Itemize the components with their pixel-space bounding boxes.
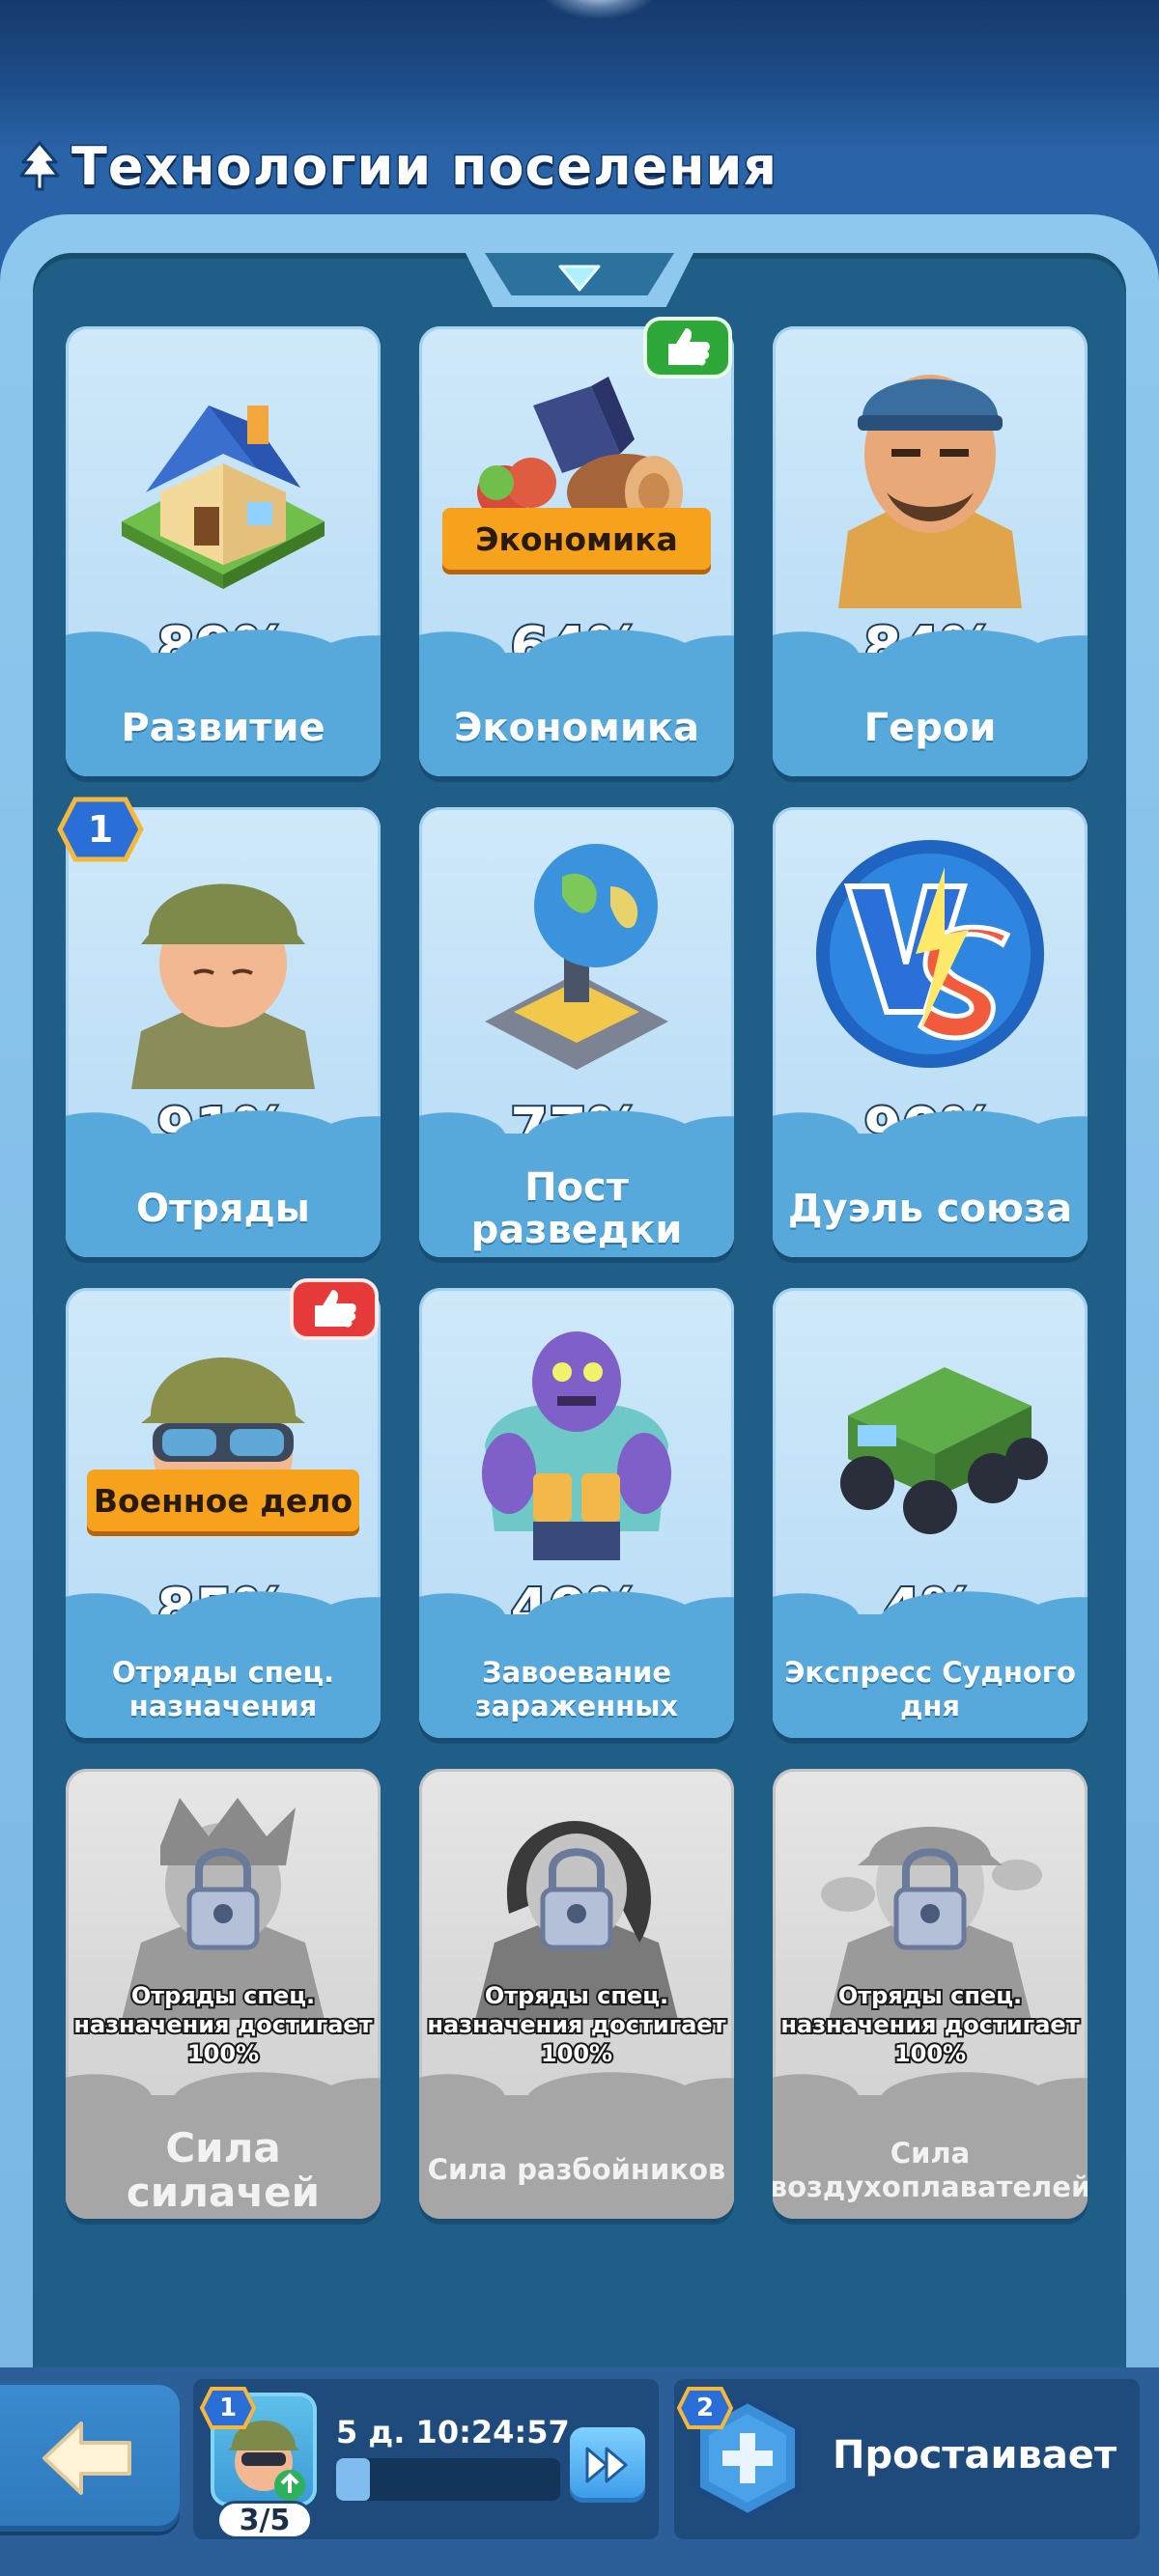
notification-badge: 1 (56, 794, 145, 865)
top-light-glow (541, 0, 657, 19)
tech-card-economy[interactable]: Экономика 64% Экономика (419, 326, 734, 776)
unlock-requirement: Отряды спец. назначения достигает 100% (778, 1980, 1081, 2069)
tree-icon (19, 141, 60, 191)
tech-card-bandits-locked[interactable]: Отряды спец. назначения достигает 100% С… (419, 1769, 734, 2219)
tech-name: Сила разбойников (427, 2153, 726, 2187)
tech-name: Сила силачей (126, 2123, 321, 2216)
tech-card-heroes[interactable]: 84% Герои (773, 326, 1088, 776)
thumbs-up-icon (643, 317, 732, 378)
tech-card-infected[interactable]: 40% Завоевание зараженных (419, 1288, 734, 1738)
badge-number: 1 (218, 2394, 238, 2422)
armored-truck-icon (840, 1367, 1048, 1534)
house-icon (122, 406, 325, 589)
title-bar: Технологии поселения (17, 127, 778, 205)
tech-card-alliance-duel[interactable]: 90% Дуэль союза (773, 807, 1088, 1257)
vs-icon (816, 840, 1044, 1068)
tech-card-strongmen-locked[interactable]: Отряды спец. назначения достигает 100% С… (66, 1769, 381, 2219)
help-badge: 2 (676, 2385, 734, 2431)
radar-globe-icon (485, 844, 668, 1070)
tech-card-development[interactable]: 89% Развитие (66, 326, 381, 776)
tech-name: Экспресс Судного дня (784, 1655, 1076, 1722)
tech-card-aeronauts-locked[interactable]: Отряды спец. назначения достигает 100% С… (773, 1769, 1088, 2219)
collapse-arrow-icon[interactable] (556, 261, 603, 294)
category-ribbon: Экономика (442, 508, 711, 570)
queue-progress-bar (336, 2458, 560, 2501)
unlock-requirement: Отряды спец. назначения достигает 100% (71, 1980, 374, 2069)
tech-name: Развитие (121, 706, 325, 750)
category-ribbon: Военное дело (87, 1470, 359, 1531)
soldier-icon (131, 883, 315, 1089)
ribbon-label: Военное дело (93, 1481, 353, 1520)
speed-up-button[interactable] (570, 2427, 645, 2503)
tech-card-doomsday[interactable]: 4% Экспресс Судного дня (773, 1288, 1088, 1738)
badge-number: 1 (87, 808, 114, 851)
tech-name: Экономика (454, 706, 699, 750)
thumbs-up-icon (290, 1278, 379, 1340)
tech-card-squads[interactable]: 91% Отряды (66, 807, 381, 1257)
badge-number: 2 (695, 2394, 715, 2422)
tech-card-special-forces[interactable]: Военное дело 85% Отряды спец. назначения (66, 1288, 381, 1738)
tech-card-recon[interactable]: 77% Пост разведки (419, 807, 734, 1257)
unlock-requirement: Отряды спец. назначения достигает 100% (425, 1980, 727, 2069)
page-title: Технологии поселения (70, 134, 778, 198)
tech-name: Дуэль союза (787, 1187, 1073, 1231)
queue-badge: 1 (199, 2385, 257, 2431)
hero-portrait-icon (838, 375, 1022, 608)
tech-name: Завоевание зараженных (474, 1655, 679, 1722)
help-status-label: Простаивает (833, 2433, 1117, 2478)
tech-name: Отряды спец. назначения (112, 1655, 334, 1722)
back-button[interactable] (0, 2385, 180, 2532)
back-arrow-icon (42, 2422, 131, 2495)
fast-forward-icon (585, 2447, 628, 2483)
zombie-icon (482, 1331, 671, 1560)
queue-timer: 5 д. 10:24:57 (336, 2414, 570, 2450)
queue-progress-fill (336, 2458, 370, 2501)
ribbon-label: Экономика (475, 519, 678, 558)
tech-name: Сила воздухоплавателей (773, 2136, 1088, 2203)
tech-name: Отряды (136, 1187, 310, 1231)
queue-count: 3/5 (216, 2501, 313, 2539)
tech-name: Герои (863, 706, 997, 750)
tech-name: Пост разведки (470, 1165, 683, 1252)
